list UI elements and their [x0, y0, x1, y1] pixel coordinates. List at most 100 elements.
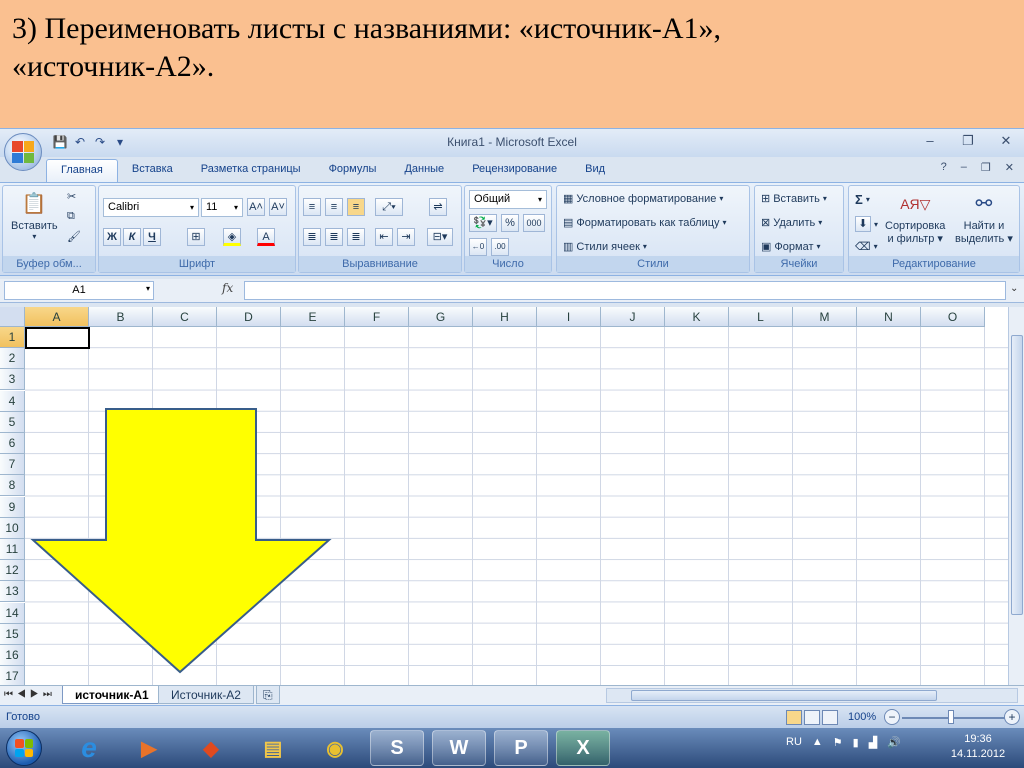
row-header-7[interactable]: 7: [0, 454, 25, 476]
tab-data[interactable]: Данные: [390, 159, 458, 183]
row-header-14[interactable]: 14: [0, 602, 25, 624]
column-header-m[interactable]: M: [793, 307, 857, 327]
page-layout-view-button[interactable]: [804, 710, 820, 725]
zoom-level[interactable]: 100%: [848, 711, 876, 723]
column-header-l[interactable]: L: [729, 307, 793, 327]
column-header-n[interactable]: N: [857, 307, 921, 327]
clear-button[interactable]: ⌫ ▾: [855, 240, 878, 253]
autosum-button[interactable]: Σ ▾: [855, 192, 870, 207]
insert-sheet-button[interactable]: ⎘: [256, 686, 280, 704]
borders-button[interactable]: ⊞: [187, 228, 205, 246]
fill-color-button[interactable]: ◈: [223, 228, 241, 246]
fill-button[interactable]: ⬇ ▾: [855, 216, 878, 232]
row-header-3[interactable]: 3: [0, 369, 25, 391]
bold-button[interactable]: Ж: [103, 228, 121, 246]
align-center-button[interactable]: ≣: [325, 228, 343, 246]
doc-close-button[interactable]: ✕: [1005, 161, 1014, 174]
decrease-decimal-button[interactable]: .00: [491, 238, 509, 256]
zoom-slider[interactable]: [902, 717, 1008, 719]
close-button[interactable]: ✕: [996, 131, 1016, 151]
percent-button[interactable]: %: [501, 214, 519, 232]
merge-center-button[interactable]: ⊟▾: [427, 228, 453, 246]
active-cell-a1[interactable]: [25, 327, 90, 349]
row-header-6[interactable]: 6: [0, 433, 25, 454]
start-button[interactable]: [6, 730, 42, 766]
font-color-button[interactable]: A: [257, 228, 275, 246]
powerpoint-icon[interactable]: P: [494, 730, 548, 766]
vertical-scroll-thumb[interactable]: [1011, 335, 1023, 615]
name-box-dropdown-icon[interactable]: ▾: [146, 284, 150, 293]
align-top-button[interactable]: ≡: [303, 198, 321, 216]
tab-view[interactable]: Вид: [571, 159, 619, 183]
row-header-5[interactable]: 5: [0, 411, 25, 433]
doc-minimize-button[interactable]: –: [961, 161, 967, 174]
italic-button[interactable]: К: [123, 228, 141, 246]
decrease-indent-button[interactable]: ⇤: [375, 228, 393, 246]
row-header-13[interactable]: 13: [0, 581, 25, 603]
row-header-1[interactable]: 1: [0, 327, 25, 348]
increase-decimal-button[interactable]: ←0: [469, 238, 487, 256]
column-header-j[interactable]: J: [601, 307, 665, 327]
expand-formula-bar-icon[interactable]: ⌄: [1010, 283, 1018, 294]
format-painter-button[interactable]: 🖌: [67, 230, 81, 243]
sheet-tab-2[interactable]: Источник-А2: [158, 686, 254, 704]
align-left-button[interactable]: ≣: [303, 228, 321, 246]
format-as-table-button[interactable]: ▤ Форматировать как таблицу ▾: [563, 216, 727, 230]
tab-review[interactable]: Рецензирование: [458, 159, 571, 183]
number-format-select[interactable]: Общий ▾: [469, 190, 547, 209]
align-right-button[interactable]: ≣: [347, 228, 365, 246]
media-player-icon[interactable]: ▶: [122, 730, 176, 766]
minimize-button[interactable]: –: [920, 131, 940, 151]
font-size-select[interactable]: 11 ▾: [201, 198, 243, 217]
zoom-out-button[interactable]: −: [884, 709, 900, 725]
row-header-12[interactable]: 12: [0, 560, 25, 582]
column-header-g[interactable]: G: [409, 307, 473, 327]
find-select-button[interactable]: ⚯ Найти и выделить ▾: [955, 190, 1013, 245]
tab-home[interactable]: Главная: [46, 159, 118, 183]
tray-expand-icon[interactable]: ▲: [812, 736, 823, 749]
clock[interactable]: 19:36 14.11.2012: [940, 732, 1016, 762]
cell-styles-button[interactable]: ▥ Стили ячеек ▾: [563, 240, 647, 254]
column-header-o[interactable]: O: [921, 307, 985, 327]
cut-button[interactable]: ✂: [67, 190, 76, 203]
page-break-view-button[interactable]: [822, 710, 838, 725]
vertical-scrollbar[interactable]: [1008, 307, 1024, 685]
currency-button[interactable]: 💱▾: [469, 214, 497, 232]
row-header-9[interactable]: 9: [0, 496, 25, 518]
normal-view-button[interactable]: [786, 710, 802, 725]
row-header-17[interactable]: 17: [0, 666, 25, 685]
copy-button[interactable]: ⧉: [67, 210, 75, 223]
zoom-in-button[interactable]: +: [1004, 709, 1020, 725]
file-explorer-icon[interactable]: ▤: [246, 730, 300, 766]
internet-explorer-icon[interactable]: e: [62, 730, 116, 766]
network-signal-icon[interactable]: ▟: [869, 736, 877, 749]
action-center-flag-icon[interactable]: ⚑: [833, 736, 843, 749]
help-button[interactable]: ?: [941, 161, 947, 174]
select-all-button[interactable]: [0, 307, 25, 327]
increase-indent-button[interactable]: ⇥: [397, 228, 415, 246]
sheet-nav-buttons[interactable]: ⏮◀▶⏭: [4, 689, 56, 700]
language-indicator[interactable]: RU: [786, 736, 802, 749]
delete-cells-button[interactable]: ⊠ Удалить ▾: [761, 216, 822, 230]
tab-insert[interactable]: Вставка: [118, 159, 187, 183]
conditional-format-button[interactable]: ▦ Условное форматирование ▾: [563, 192, 723, 206]
tab-page-layout[interactable]: Разметка страницы: [187, 159, 315, 183]
font-name-select[interactable]: Calibri ▾: [103, 198, 199, 217]
column-header-b[interactable]: B: [89, 307, 153, 327]
column-header-f[interactable]: F: [345, 307, 409, 327]
row-header-11[interactable]: 11: [0, 539, 25, 560]
wrap-text-button[interactable]: ⇌: [429, 198, 447, 216]
word-icon[interactable]: W: [432, 730, 486, 766]
grow-font-button[interactable]: A˄: [247, 198, 265, 216]
orientation-button[interactable]: ⤢▾: [375, 198, 403, 216]
row-header-4[interactable]: 4: [0, 390, 25, 412]
column-header-c[interactable]: C: [153, 307, 217, 327]
column-header-e[interactable]: E: [281, 307, 345, 327]
formula-input[interactable]: [244, 281, 1006, 300]
row-header-10[interactable]: 10: [0, 517, 25, 539]
row-header-16[interactable]: 16: [0, 645, 25, 666]
insert-cells-button[interactable]: ⊞ Вставить ▾: [761, 192, 827, 206]
sort-filter-button[interactable]: AЯ▽ Сортировка и фильтр ▾: [885, 190, 945, 245]
column-header-h[interactable]: H: [473, 307, 537, 327]
doc-restore-button[interactable]: ❐: [981, 161, 991, 174]
